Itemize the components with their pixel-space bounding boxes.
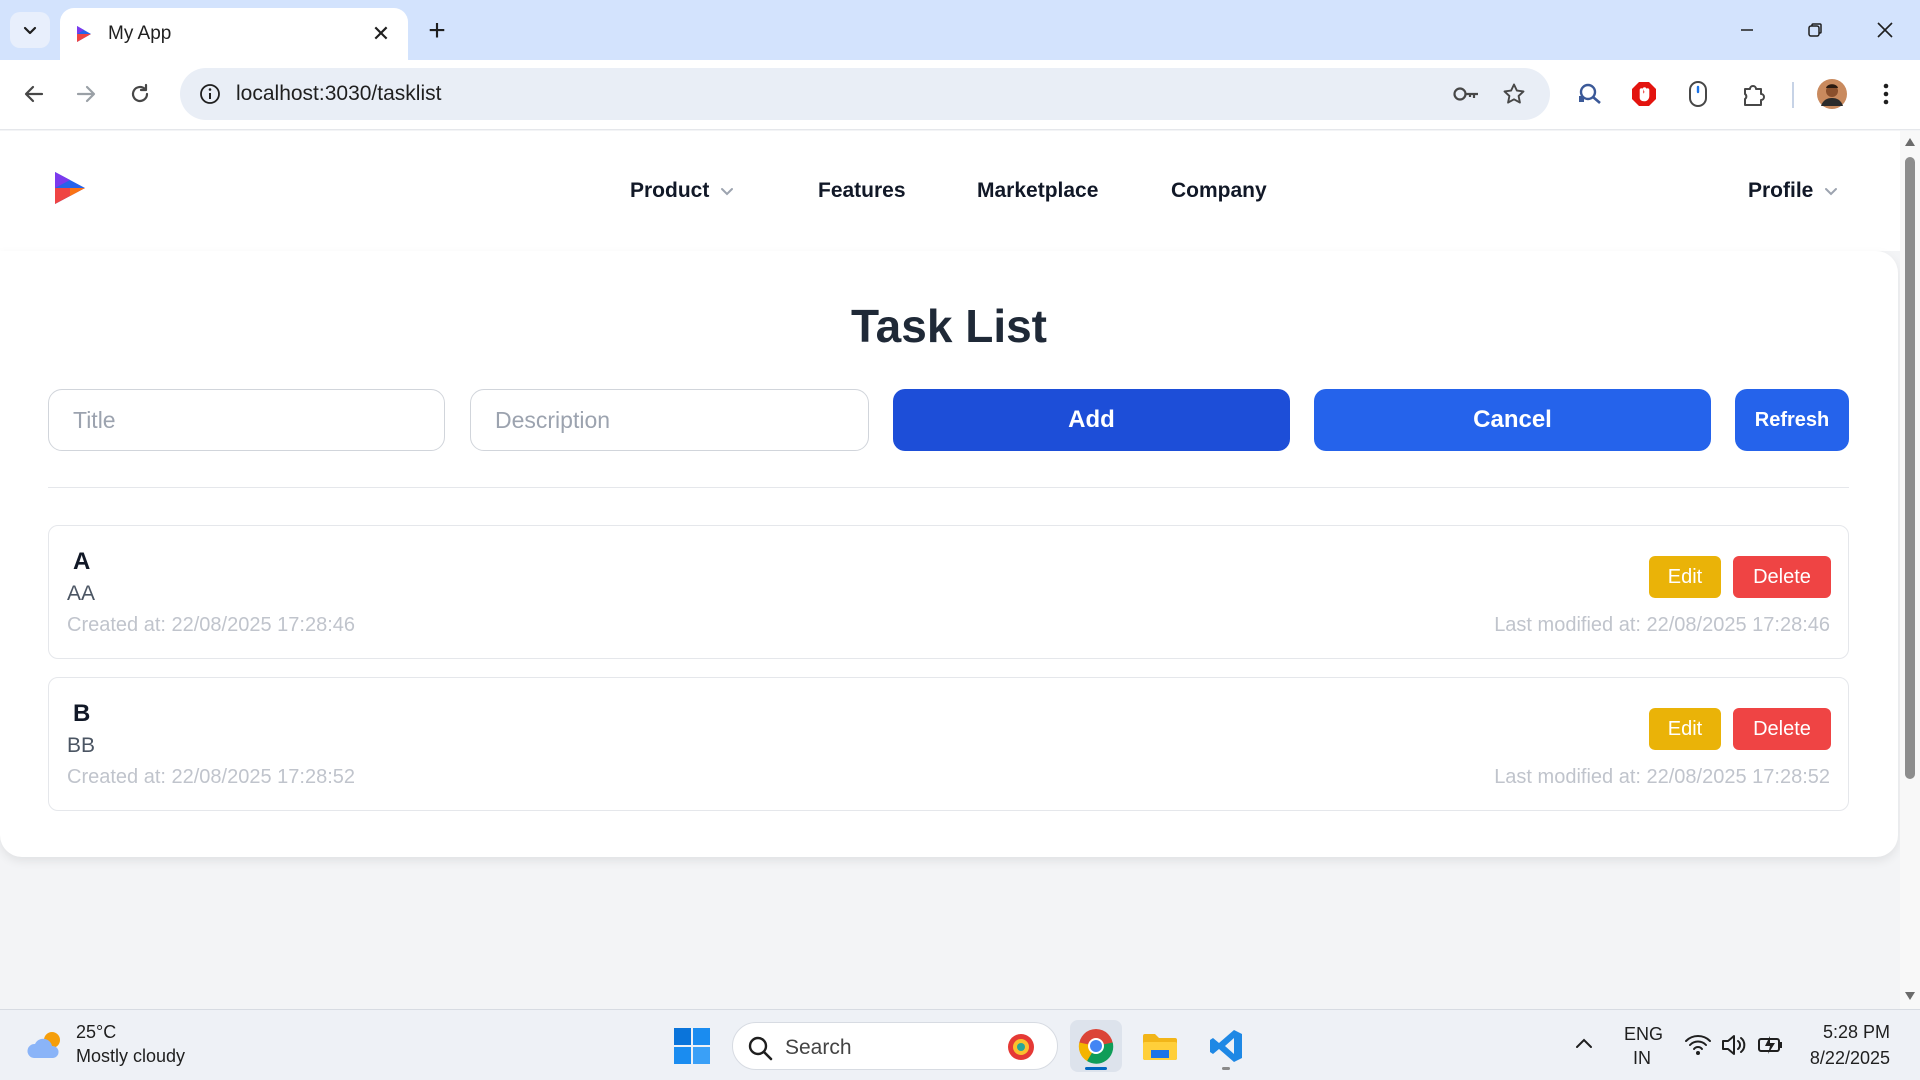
task-item: A AA Created at: 22/08/2025 17:28:46 Las… — [48, 525, 1849, 659]
nav-features[interactable]: Features — [818, 179, 906, 203]
language-indicator[interactable]: ENG — [1624, 1024, 1663, 1045]
delete-button[interactable]: Delete — [1733, 708, 1831, 750]
browser-tabstrip: My App ✕ + — [0, 0, 1920, 60]
minimize-button[interactable] — [1722, 10, 1772, 50]
tab-title: My App — [108, 23, 172, 44]
task-description: AA — [67, 582, 96, 605]
windows-taskbar: 25°C Mostly cloudy Search ENG IN 5:28 PM… — [0, 1009, 1920, 1080]
taskbar-search[interactable]: Search — [732, 1022, 1058, 1070]
nav-company-label: Company — [1171, 179, 1267, 202]
vscode-icon — [1210, 1030, 1242, 1062]
active-app-indicator — [1085, 1067, 1107, 1070]
forward-button[interactable] — [64, 72, 108, 116]
task-created-at: Created at: 22/08/2025 17:28:46 — [67, 614, 356, 636]
search-icon — [748, 1036, 773, 1061]
clock-time[interactable]: 5:28 PM — [1823, 1022, 1890, 1043]
mouse-icon[interactable] — [1678, 74, 1718, 114]
delete-button[interactable]: Delete — [1733, 556, 1831, 598]
page-title: Task List — [851, 300, 1047, 352]
add-button[interactable]: Add — [893, 389, 1290, 451]
close-icon — [1877, 22, 1893, 38]
scroll-thumb[interactable] — [1905, 157, 1915, 779]
nav-product[interactable]: Product — [630, 179, 735, 203]
cloud-sun-icon[interactable] — [26, 1028, 66, 1062]
divider — [48, 487, 1849, 488]
arrow-right-icon — [76, 85, 96, 103]
task-modified-at: Last modified at: 22/08/2025 17:28:46 — [1494, 614, 1830, 636]
nav-profile-label: Profile — [1748, 179, 1814, 202]
restore-button[interactable] — [1790, 10, 1840, 50]
task-description: BB — [67, 734, 96, 757]
scroll-down-icon[interactable] — [1903, 989, 1917, 1003]
clock-date[interactable]: 8/22/2025 — [1810, 1048, 1890, 1069]
taskbar-file-explorer[interactable] — [1134, 1020, 1186, 1072]
search-magnifier-icon[interactable] — [1570, 74, 1610, 114]
refresh-button[interactable]: Refresh — [1735, 389, 1849, 451]
arrow-left-icon — [24, 85, 44, 103]
nav-profile[interactable]: Profile — [1748, 179, 1839, 203]
url-text[interactable]: localhost:3030/tasklist — [236, 82, 441, 106]
minimize-icon — [1741, 29, 1753, 31]
chevron-up-icon[interactable] — [1572, 1032, 1596, 1056]
battery-charging-icon[interactable] — [1756, 1032, 1784, 1058]
edit-button[interactable]: Edit — [1649, 556, 1721, 598]
toolbar-divider — [1792, 82, 1794, 108]
tab-search-button[interactable] — [10, 12, 50, 48]
task-title: A — [73, 548, 91, 575]
app-logo-icon — [77, 26, 91, 42]
kebab-menu-icon[interactable] — [1866, 74, 1906, 114]
description-input[interactable] — [470, 389, 869, 451]
title-input[interactable] — [48, 389, 445, 451]
browser-tab-active[interactable]: My App ✕ — [60, 8, 408, 60]
language-region[interactable]: IN — [1633, 1048, 1651, 1069]
volume-icon[interactable] — [1720, 1032, 1748, 1058]
chrome-icon — [1078, 1029, 1114, 1064]
chevron-down-icon — [23, 26, 37, 35]
task-created-at: Created at: 22/08/2025 17:28:52 — [67, 766, 356, 788]
scroll-up-icon[interactable] — [1903, 135, 1917, 149]
info-icon[interactable] — [196, 80, 224, 108]
page-viewport: Product Features Marketplace Company Pro… — [0, 131, 1900, 1009]
nav-features-label: Features — [818, 179, 906, 202]
wifi-icon[interactable] — [1684, 1032, 1712, 1058]
new-tab-button[interactable]: + — [420, 14, 454, 48]
task-modified-at: Last modified at: 22/08/2025 17:28:52 — [1494, 766, 1830, 788]
tab-close-icon[interactable]: ✕ — [368, 21, 394, 47]
puzzle-icon[interactable] — [1734, 74, 1774, 114]
nav-marketplace[interactable]: Marketplace — [977, 179, 1098, 203]
taskbar-search-label: Search — [785, 1036, 852, 1059]
adblock-icon[interactable] — [1624, 74, 1664, 114]
avatar[interactable] — [1812, 74, 1852, 114]
site-logo-icon[interactable] — [52, 169, 92, 209]
weather-description[interactable]: Mostly cloudy — [76, 1046, 185, 1067]
windows-start-icon[interactable] — [674, 1028, 710, 1064]
site-header: Product Features Marketplace Company Pro… — [0, 131, 1900, 251]
taskbar-chrome[interactable] — [1070, 1020, 1122, 1072]
address-bar[interactable]: localhost:3030/tasklist — [180, 68, 1550, 120]
folder-icon — [1143, 1034, 1177, 1060]
cancel-button[interactable]: Cancel — [1314, 389, 1711, 451]
chevron-down-icon — [719, 183, 735, 199]
back-button[interactable] — [12, 72, 56, 116]
restore-icon — [1808, 23, 1822, 37]
key-icon[interactable] — [1450, 80, 1482, 108]
nav-product-label: Product — [630, 179, 710, 202]
star-icon[interactable] — [1498, 80, 1530, 108]
weather-temperature[interactable]: 25°C — [76, 1022, 116, 1043]
browser-toolbar: localhost:3030/tasklist — [0, 60, 1920, 130]
page-scrollbar[interactable] — [1900, 131, 1920, 1009]
edit-button[interactable]: Edit — [1649, 708, 1721, 750]
taskbar-vscode[interactable] — [1200, 1020, 1252, 1072]
chevron-down-icon — [1823, 183, 1839, 199]
running-app-indicator — [1222, 1067, 1230, 1070]
search-highlight-icon — [1008, 1034, 1034, 1060]
close-window-button[interactable] — [1860, 10, 1910, 50]
task-item: B BB Created at: 22/08/2025 17:28:52 Las… — [48, 677, 1849, 811]
nav-marketplace-label: Marketplace — [977, 179, 1099, 202]
reload-icon — [131, 83, 149, 103]
reload-button[interactable] — [118, 72, 162, 116]
task-title: B — [73, 700, 91, 727]
task-list-card: Task List Add Cancel Refresh A AA Create… — [0, 251, 1898, 857]
nav-company[interactable]: Company — [1171, 179, 1267, 203]
